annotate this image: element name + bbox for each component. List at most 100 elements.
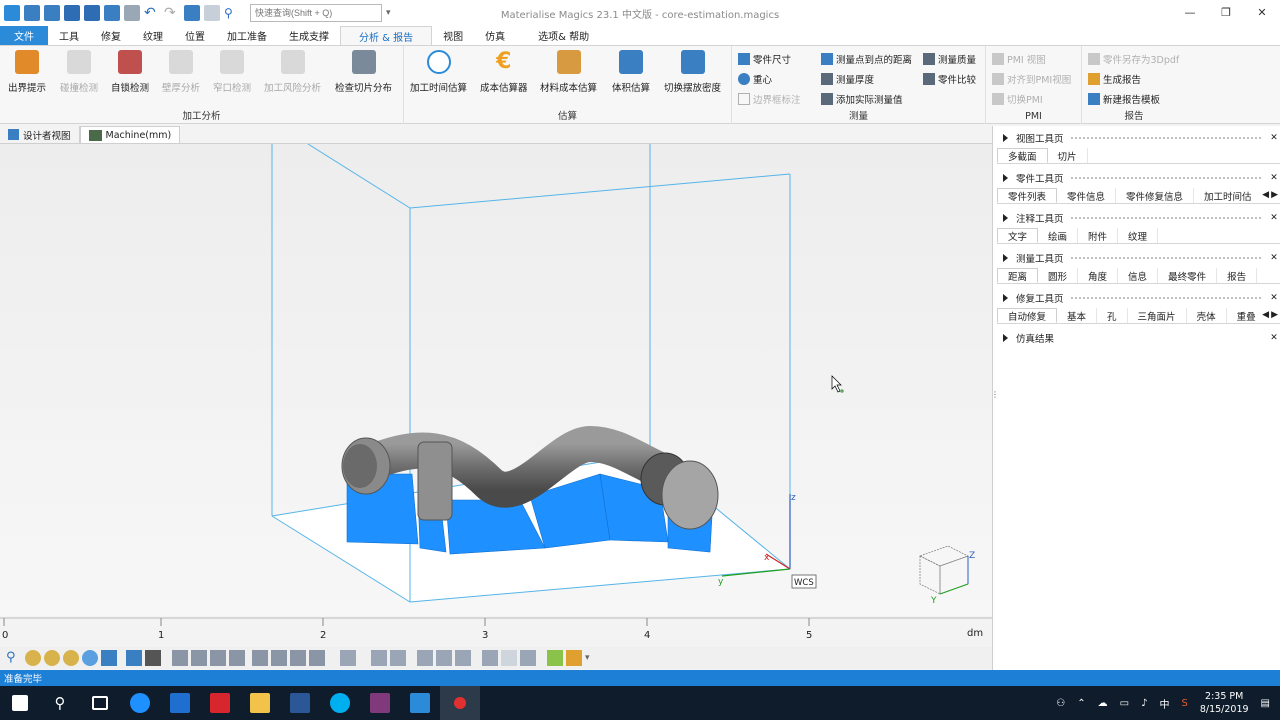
tab-part-info[interactable]: 零件信息 — [1057, 188, 1117, 203]
mark-cylinder-icon[interactable] — [455, 650, 471, 666]
quick-search-input[interactable] — [250, 4, 382, 22]
align-pmi-button[interactable]: 对齐到PMI视图 — [992, 72, 1071, 86]
deselect-icon[interactable] — [309, 650, 325, 666]
packing-density-button[interactable]: 切换摆放密度 — [664, 50, 721, 94]
toolpage-header-measure[interactable]: 测量工具页 ✕ — [993, 251, 1280, 265]
onenote-icon[interactable] — [360, 686, 400, 720]
mark-plane-icon[interactable] — [436, 650, 452, 666]
tab-attachment[interactable]: 附件 — [1078, 228, 1119, 243]
tab-circle[interactable]: 圆形 — [1038, 268, 1079, 283]
tab-triangles[interactable]: 三角面片 — [1128, 308, 1187, 323]
edge-icon[interactable] — [120, 686, 160, 720]
toolpage-header-simulation[interactable]: 仿真结果 ✕ — [993, 331, 1280, 345]
youdao-icon[interactable] — [200, 686, 240, 720]
customize-toolbar-icon[interactable]: ▾ — [386, 8, 391, 18]
narrow-gap-button[interactable]: 窄口检测 — [213, 50, 251, 94]
part-compare-button[interactable]: 零件比较 — [923, 72, 976, 86]
triangle-select-icon[interactable] — [172, 650, 188, 666]
tab-angle[interactable]: 角度 — [1078, 268, 1119, 283]
app-logo-icon[interactable] — [4, 5, 20, 21]
tab-machine[interactable]: Machine(mm) — [79, 126, 181, 143]
new-file-icon[interactable] — [24, 5, 40, 21]
save-icon[interactable] — [64, 5, 80, 21]
scroll-right-icon[interactable]: ▶ — [1271, 190, 1278, 200]
part-dimensions-button[interactable]: 零件尺寸 — [738, 52, 791, 66]
tab-report[interactable]: 报告 — [1217, 268, 1258, 283]
network-icon[interactable]: ▭ — [1120, 698, 1129, 709]
mark-triangle-icon[interactable] — [371, 650, 387, 666]
clock[interactable]: 2:35 PM 8/15/2019 — [1200, 690, 1249, 716]
zoom-window-icon[interactable] — [25, 650, 41, 666]
tab-options-help[interactable]: 选项& 帮助 — [516, 26, 611, 45]
toolpage-header-annotation[interactable]: 注释工具页 ✕ — [993, 211, 1280, 225]
material-cost-button[interactable]: 材料成本估算 — [540, 50, 597, 94]
tab-file[interactable]: 文件 — [0, 26, 48, 45]
skype-icon[interactable] — [320, 686, 360, 720]
zoom-icon[interactable]: ⚲ — [6, 650, 22, 666]
brush-select-icon[interactable] — [290, 650, 306, 666]
slice-distribution-button[interactable]: 检查切片分布 — [335, 50, 392, 94]
generate-report-button[interactable]: 生成报告 — [1088, 72, 1141, 86]
self-lock-button[interactable]: 自锁检测 — [111, 50, 149, 94]
bounding-box-button[interactable]: 边界框标注 — [738, 92, 801, 106]
zoom-fit-icon[interactable] — [44, 650, 60, 666]
out-of-bounds-button[interactable]: 出界提示 — [8, 50, 46, 94]
close-button[interactable]: ✕ — [1244, 0, 1280, 24]
panel-collapse-handle[interactable]: ⋮ — [991, 390, 999, 399]
tab-fix[interactable]: 修复 — [90, 26, 132, 45]
tab-build-prep[interactable]: 加工准备 — [216, 26, 278, 45]
notification-icon[interactable]: ▤ — [1261, 698, 1270, 709]
onedrive-icon[interactable]: ☁ — [1098, 698, 1108, 709]
risk-analysis-button[interactable]: 加工风险分析 — [264, 50, 321, 94]
tab-analysis-report[interactable]: 分析 & 报告 — [340, 26, 433, 45]
collision-detect-button[interactable]: 碰撞检测 — [60, 50, 98, 94]
view-solid-icon[interactable] — [145, 650, 161, 666]
zoom-part-icon[interactable] — [82, 650, 98, 666]
view-mode-icon[interactable] — [204, 5, 220, 21]
minimize-button[interactable]: — — [1172, 0, 1208, 24]
cost-estimator-button[interactable]: € 成本估算器 — [480, 50, 528, 95]
file-explorer-icon[interactable] — [240, 686, 280, 720]
tab-basic[interactable]: 基本 — [1057, 308, 1098, 323]
tab-final-part[interactable]: 最终零件 — [1158, 268, 1218, 283]
ime-indicator[interactable]: 中 — [1159, 696, 1169, 711]
pmi-view-button[interactable]: PMI 视图 — [992, 52, 1046, 66]
mark-surface-icon[interactable] — [390, 650, 406, 666]
task-view-icon[interactable] — [80, 686, 120, 720]
shell-select-icon[interactable] — [210, 650, 226, 666]
tab-generate-support[interactable]: 生成支撑 — [278, 26, 340, 45]
center-of-gravity-button[interactable]: 重心 — [738, 72, 772, 86]
import-icon[interactable] — [104, 5, 120, 21]
tab-draw[interactable]: 绘画 — [1038, 228, 1079, 243]
save-all-icon[interactable] — [84, 5, 100, 21]
sogou-icon[interactable]: S — [1181, 698, 1187, 709]
save-3dpdf-button[interactable]: 零件另存为3Dpdf — [1088, 52, 1179, 66]
close-icon[interactable]: ✕ — [1267, 213, 1280, 223]
tab-position[interactable]: 位置 — [174, 26, 216, 45]
tab-text[interactable]: 文字 — [997, 228, 1039, 243]
highlight-triangle-icon[interactable] — [547, 650, 563, 666]
magics-taskbar-icon[interactable] — [400, 686, 440, 720]
tray-expand-icon[interactable]: ⌃ — [1077, 698, 1085, 709]
close-icon[interactable]: ✕ — [1267, 133, 1280, 143]
search-icon[interactable]: ⚲ — [40, 686, 80, 720]
view-shaded-icon[interactable] — [126, 650, 142, 666]
new-report-template-button[interactable]: 新建报告模板 — [1088, 92, 1160, 106]
undo-icon[interactable]: ↶ — [144, 5, 160, 21]
lasso-select-icon[interactable] — [271, 650, 287, 666]
maximize-button[interactable]: ❐ — [1208, 0, 1244, 24]
tab-holes[interactable]: 孔 — [1097, 308, 1128, 323]
tab-view[interactable]: 视图 — [432, 26, 474, 45]
tab-info[interactable]: 信息 — [1118, 268, 1159, 283]
box-select-icon[interactable] — [252, 650, 268, 666]
recorder-icon[interactable] — [440, 686, 480, 720]
tab-part-fix-info[interactable]: 零件修复信息 — [1116, 188, 1195, 203]
close-icon[interactable]: ✕ — [1267, 253, 1280, 263]
word-icon[interactable] — [280, 686, 320, 720]
select-mode-icon[interactable] — [184, 5, 200, 21]
measure-quality-button[interactable]: 测量质量 — [923, 52, 976, 66]
3d-viewport[interactable]: z x y WCS Z Y — [0, 144, 992, 616]
tab-distance[interactable]: 距离 — [997, 268, 1039, 283]
volume-estimate-button[interactable]: 体积估算 — [612, 50, 650, 94]
volume-icon[interactable]: ♪ — [1141, 698, 1147, 709]
